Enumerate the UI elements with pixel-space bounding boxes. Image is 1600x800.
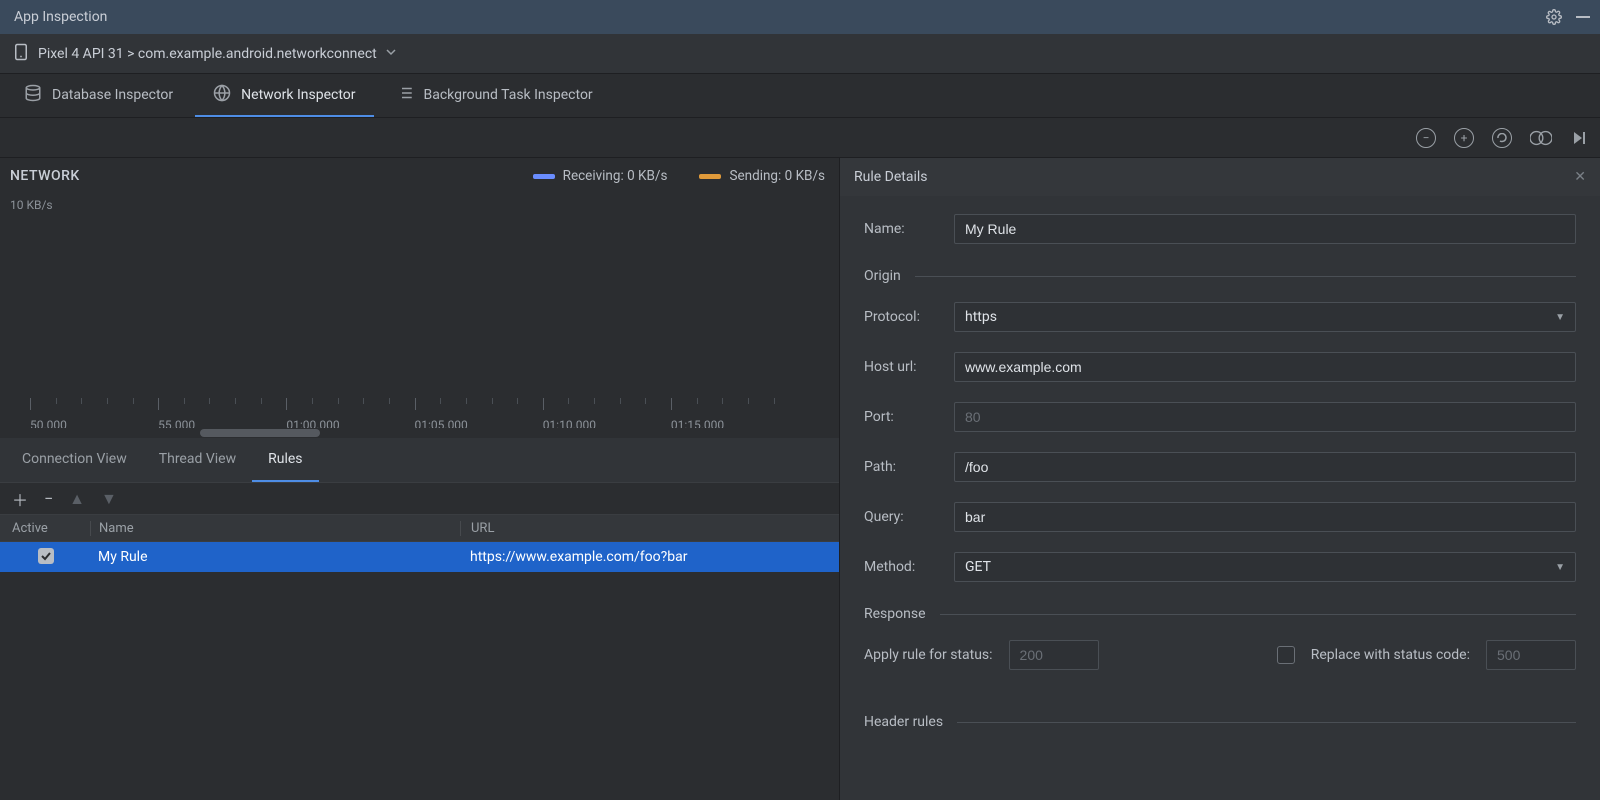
caret-down-icon: ▼ <box>1555 562 1565 573</box>
active-checkbox[interactable] <box>38 548 54 564</box>
col-header-url[interactable]: URL <box>460 521 839 536</box>
close-icon[interactable]: ✕ <box>1574 169 1586 185</box>
replace-status-field[interactable] <box>1486 640 1576 670</box>
name-label: Name: <box>864 221 954 237</box>
view-tabs: Connection View Thread View Rules <box>0 438 839 482</box>
network-timeline[interactable]: NETWORK Receiving: 0 KB/s Sending: 0 KB/… <box>0 158 839 438</box>
tab-thread-view[interactable]: Thread View <box>143 438 252 482</box>
add-rule-icon[interactable]: ＋ <box>12 487 28 511</box>
path-field[interactable] <box>954 452 1576 482</box>
timeline-toolbar: − + <box>0 118 1600 158</box>
query-field[interactable] <box>954 502 1576 532</box>
chevron-down-icon <box>385 46 397 62</box>
tab-background-task-inspector[interactable]: Background Task Inspector <box>378 74 611 117</box>
rules-table: Active Name URL My Rule https://www.exam… <box>0 514 839 800</box>
window-title: App Inspection <box>14 9 107 25</box>
method-select[interactable]: GET ▼ <box>954 552 1576 582</box>
rules-table-header: Active Name URL <box>0 514 839 542</box>
replace-status-checkbox[interactable] <box>1277 646 1295 664</box>
apply-status-label: Apply rule for status: <box>864 647 993 663</box>
apply-status-field[interactable] <box>1009 640 1099 670</box>
host-field[interactable] <box>954 352 1576 382</box>
timeline-title: NETWORK <box>10 168 80 184</box>
divider <box>915 276 1576 277</box>
device-icon <box>12 43 30 65</box>
y-axis-label: 10 KB/s <box>10 198 53 212</box>
port-field[interactable] <box>954 402 1576 432</box>
zoom-out-icon[interactable]: − <box>1416 128 1436 148</box>
timeline-legend: Receiving: 0 KB/s Sending: 0 KB/s <box>533 168 825 184</box>
legend-sending: Sending: 0 KB/s <box>699 168 825 184</box>
tab-network-inspector[interactable]: Network Inspector <box>195 74 373 117</box>
name-field[interactable] <box>954 214 1576 244</box>
remove-rule-icon[interactable]: − <box>44 489 53 508</box>
timeline-ruler <box>0 398 839 410</box>
device-breadcrumb: Pixel 4 API 31 > com.example.android.net… <box>38 46 377 62</box>
move-up-icon[interactable]: ▲ <box>69 489 85 509</box>
timeline-scrollbar[interactable] <box>0 428 839 438</box>
globe-icon <box>213 84 231 106</box>
col-header-active[interactable]: Active <box>0 521 90 536</box>
table-row[interactable]: My Rule https://www.example.com/foo?bar <box>0 542 839 572</box>
rules-toolbar: ＋ − ▲ ▼ <box>0 482 839 514</box>
replace-status-label: Replace with status code: <box>1311 647 1470 663</box>
protocol-select[interactable]: https ▼ <box>954 302 1576 332</box>
gear-icon[interactable] <box>1546 9 1562 25</box>
zoom-in-icon[interactable]: + <box>1454 128 1474 148</box>
caret-down-icon: ▼ <box>1555 312 1565 323</box>
left-column: NETWORK Receiving: 0 KB/s Sending: 0 KB/… <box>0 158 840 800</box>
rule-details-panel: Rule Details ✕ Name: Origin Protocol: ht… <box>840 158 1600 800</box>
query-label: Query: <box>864 509 954 525</box>
tab-rules[interactable]: Rules <box>252 438 318 482</box>
rule-name-cell: My Rule <box>90 549 460 565</box>
minimize-icon[interactable] <box>1576 10 1590 24</box>
origin-section-label: Origin <box>864 268 901 284</box>
divider <box>957 722 1576 723</box>
tab-label: Network Inspector <box>241 87 355 103</box>
reset-zoom-icon[interactable] <box>1492 128 1512 148</box>
zoom-to-selection-icon[interactable] <box>1530 128 1552 148</box>
rule-url-cell: https://www.example.com/foo?bar <box>460 549 839 565</box>
divider <box>940 614 1576 615</box>
go-to-live-icon[interactable] <box>1570 130 1586 146</box>
method-label: Method: <box>864 559 954 575</box>
move-down-icon[interactable]: ▼ <box>101 489 117 509</box>
tab-label: Database Inspector <box>52 87 173 103</box>
inspector-tabs: Database Inspector Network Inspector Bac… <box>0 74 1600 118</box>
tab-database-inspector[interactable]: Database Inspector <box>6 74 191 117</box>
port-label: Port: <box>864 409 954 425</box>
panel-title: Rule Details <box>854 169 928 185</box>
path-label: Path: <box>864 459 954 475</box>
header-rules-section-label: Header rules <box>864 714 943 730</box>
title-bar: App Inspection <box>0 0 1600 34</box>
timeline-scrollbar-thumb[interactable] <box>200 429 320 437</box>
database-icon <box>24 84 42 106</box>
list-icon <box>396 84 414 106</box>
protocol-value: https <box>965 309 997 325</box>
col-header-name[interactable]: Name <box>90 521 460 536</box>
method-value: GET <box>965 559 991 575</box>
tab-label: Background Task Inspector <box>424 87 593 103</box>
response-section-label: Response <box>864 606 926 622</box>
host-label: Host url: <box>864 359 954 375</box>
device-selector[interactable]: Pixel 4 API 31 > com.example.android.net… <box>0 34 1600 74</box>
tab-connection-view[interactable]: Connection View <box>6 438 143 482</box>
legend-receiving: Receiving: 0 KB/s <box>533 168 668 184</box>
protocol-label: Protocol: <box>864 309 954 325</box>
